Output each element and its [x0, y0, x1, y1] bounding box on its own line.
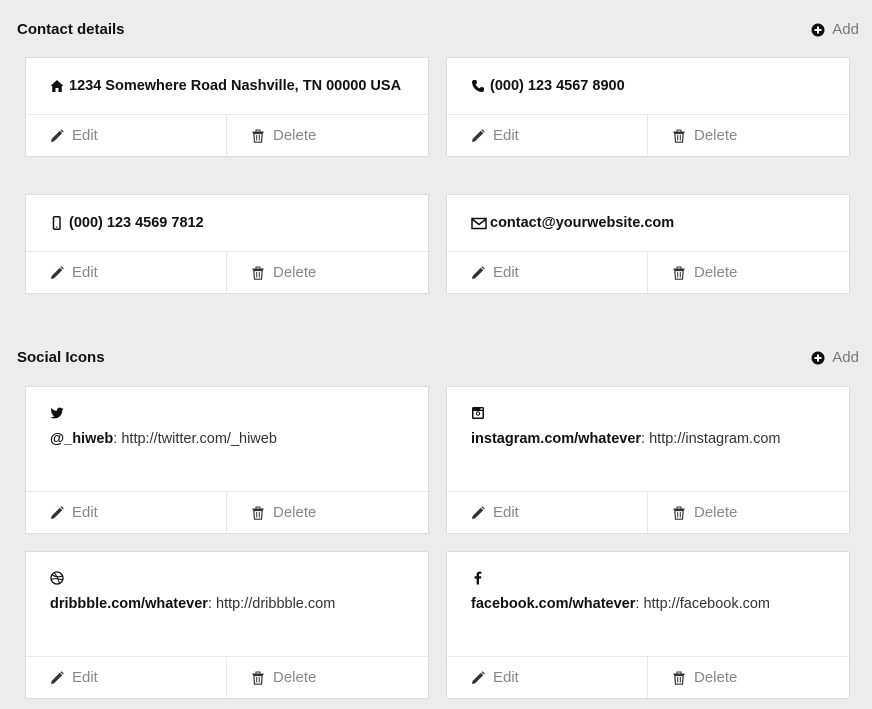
add-social-button[interactable]: Add — [811, 346, 859, 370]
contact-address-text: 1234 Somewhere Road Nashville, TN 00000 … — [69, 78, 402, 94]
pencil-icon — [50, 128, 64, 143]
trash-icon — [251, 129, 265, 143]
social-section-title: Social Icons — [17, 349, 105, 366]
edit-label: Edit — [72, 127, 98, 144]
delete-button[interactable]: Delete — [227, 252, 428, 293]
contact-mobile-text: (000) 123 4569 7812 — [69, 215, 204, 231]
social-card: @_hiweb: http://twitter.com/_hiweb Edit … — [25, 386, 429, 534]
delete-label: Delete — [694, 127, 738, 144]
pencil-icon — [50, 670, 64, 685]
contact-section-title: Contact details — [17, 21, 125, 38]
delete-label: Delete — [694, 504, 738, 521]
delete-button[interactable]: Delete — [648, 252, 849, 293]
contact-card: (000) 123 4567 8900 Edit Delete — [446, 57, 850, 157]
delete-button[interactable]: Delete — [648, 115, 849, 156]
edit-label: Edit — [72, 264, 98, 281]
edit-button[interactable]: Edit — [26, 252, 227, 293]
social-card: facebook.com/whatever: http://facebook.c… — [446, 551, 850, 699]
trash-icon — [672, 129, 686, 143]
edit-label: Edit — [493, 669, 519, 686]
edit-label: Edit — [72, 504, 98, 521]
social-entry: facebook.com/whatever: http://facebook.c… — [471, 595, 825, 613]
social-separator: : — [207, 596, 216, 612]
home-icon — [50, 79, 64, 93]
delete-label: Delete — [273, 504, 317, 521]
edit-button[interactable]: Edit — [447, 657, 648, 698]
delete-label: Delete — [273, 127, 317, 144]
pencil-icon — [471, 670, 485, 685]
edit-button[interactable]: Edit — [447, 115, 648, 156]
social-card: instagram.com/whatever: http://instagram… — [446, 386, 850, 534]
social-section-header: Social Icons Add — [17, 346, 859, 370]
edit-button[interactable]: Edit — [26, 492, 227, 533]
envelope-icon — [471, 216, 487, 230]
edit-label: Edit — [493, 264, 519, 281]
pencil-icon — [471, 505, 485, 520]
social-url: http://twitter.com/_hiweb — [121, 431, 277, 447]
contact-card: contact@yourwebsite.com Edit Delete — [446, 194, 850, 294]
delete-button[interactable]: Delete — [227, 657, 428, 698]
contact-card: (000) 123 4569 7812 Edit Delete — [25, 194, 429, 294]
phone-icon — [471, 79, 485, 93]
delete-label: Delete — [273, 669, 317, 686]
social-card: dribbble.com/whatever: http://dribbble.c… — [25, 551, 429, 699]
social-handle: instagram.com/whatever — [471, 431, 642, 447]
add-contact-button[interactable]: Add — [811, 18, 859, 42]
trash-icon — [672, 266, 686, 280]
delete-label: Delete — [694, 669, 738, 686]
edit-button[interactable]: Edit — [26, 115, 227, 156]
social-separator: : — [641, 431, 650, 447]
social-handle: facebook.com/whatever — [471, 596, 636, 612]
delete-button[interactable]: Delete — [648, 492, 849, 533]
trash-icon — [251, 266, 265, 280]
pencil-icon — [50, 265, 64, 280]
twitter-icon — [50, 406, 64, 420]
add-contact-label: Add — [832, 21, 859, 38]
pencil-icon — [471, 265, 485, 280]
add-social-label: Add — [832, 349, 859, 366]
delete-button[interactable]: Delete — [227, 115, 428, 156]
social-url: http://dribbble.com — [216, 596, 336, 612]
trash-icon — [672, 671, 686, 685]
social-url: http://instagram.com — [649, 431, 781, 447]
mobile-icon — [50, 216, 64, 230]
pencil-icon — [50, 505, 64, 520]
social-handle: @_hiweb — [50, 431, 114, 447]
plus-circle-icon — [811, 23, 825, 37]
contact-section-header: Contact details Add — [17, 18, 859, 42]
trash-icon — [251, 671, 265, 685]
social-handle: dribbble.com/whatever — [50, 596, 208, 612]
pencil-icon — [471, 128, 485, 143]
instagram-icon — [471, 406, 485, 420]
edit-label: Edit — [72, 669, 98, 686]
trash-icon — [672, 506, 686, 520]
plus-circle-icon — [811, 351, 825, 365]
dribbble-icon — [50, 571, 64, 585]
edit-button[interactable]: Edit — [447, 492, 648, 533]
social-entry: instagram.com/whatever: http://instagram… — [471, 430, 825, 448]
social-entry: dribbble.com/whatever: http://dribbble.c… — [50, 595, 404, 613]
delete-label: Delete — [273, 264, 317, 281]
social-url: http://facebook.com — [643, 596, 771, 612]
edit-label: Edit — [493, 127, 519, 144]
delete-label: Delete — [694, 264, 738, 281]
trash-icon — [251, 506, 265, 520]
contact-phone-text: (000) 123 4567 8900 — [490, 78, 625, 94]
edit-label: Edit — [493, 504, 519, 521]
social-entry: @_hiweb: http://twitter.com/_hiweb — [50, 430, 404, 448]
facebook-icon — [471, 571, 485, 585]
contact-email-text: contact@yourwebsite.com — [490, 215, 675, 231]
delete-button[interactable]: Delete — [648, 657, 849, 698]
edit-button[interactable]: Edit — [447, 252, 648, 293]
edit-button[interactable]: Edit — [26, 657, 227, 698]
contact-card: 1234 Somewhere Road Nashville, TN 00000 … — [25, 57, 429, 157]
delete-button[interactable]: Delete — [227, 492, 428, 533]
